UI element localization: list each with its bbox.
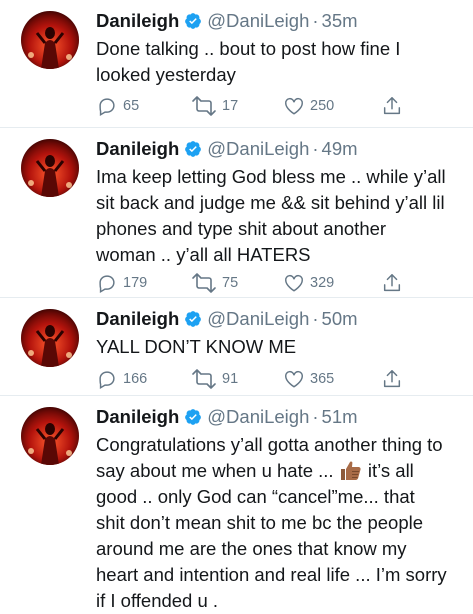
tweet-text-line: if I offended u .	[96, 590, 219, 611]
tweet-text-line: heart and intention and real life ... I’…	[96, 564, 447, 585]
tweet-text-line: phones and type shit about another	[96, 218, 387, 239]
retweet-icon	[192, 369, 216, 389]
username[interactable]: @DaniLeigh	[207, 138, 309, 160]
like-button[interactable]: 329	[283, 272, 334, 294]
retweet-button[interactable]: 91	[191, 368, 238, 390]
tweet-text-line-with-emoji: say about me when u hate ... it’s all	[96, 458, 463, 484]
tweet-content: Danileigh @DaniLeigh · 35m Done talking …	[96, 9, 463, 116]
tweet-text-segment: it’s all	[367, 460, 414, 481]
heart-icon	[285, 274, 303, 292]
share-icon	[383, 274, 401, 292]
timestamp[interactable]: 35m	[322, 10, 358, 32]
reply-button[interactable]: 166	[96, 368, 147, 390]
display-name[interactable]: Danileigh	[96, 10, 179, 32]
reply-count: 179	[123, 275, 148, 291]
tweet-text-line: looked yesterday	[96, 64, 236, 85]
reply-icon	[99, 98, 115, 116]
separator: ·	[312, 10, 319, 31]
username[interactable]: @DaniLeigh	[207, 308, 309, 330]
tweet[interactable]: Danileigh @DaniLeigh · 35m Done talking …	[0, 0, 473, 128]
avatar[interactable]	[21, 11, 79, 69]
reply-count: 166	[123, 371, 148, 387]
tweet-content: Danileigh @DaniLeigh · 50m YALL DON’T KN…	[96, 307, 463, 389]
tweet-text-line: YALL DON’T KNOW ME	[96, 336, 297, 357]
separator: ·	[312, 138, 319, 159]
display-name[interactable]: Danileigh	[96, 138, 179, 160]
retweet-count: 17	[222, 98, 239, 114]
reply-count: 65	[123, 98, 140, 114]
tweet-header: Danileigh @DaniLeigh · 35m	[96, 9, 463, 33]
share-button[interactable]	[381, 272, 403, 294]
tweet-text-line: shit don’t mean shit to me bc the people	[96, 512, 424, 533]
username[interactable]: @DaniLeigh	[207, 10, 309, 32]
tweet-text: YALL DON’T KNOW ME	[96, 334, 463, 360]
verified-badge-icon	[185, 13, 202, 29]
tweet-actions: 179 75 329	[96, 271, 463, 295]
timestamp[interactable]: 51m	[322, 406, 358, 428]
tweet[interactable]: Danileigh @DaniLeigh · 50m YALL DON’T KN…	[0, 298, 473, 396]
verified-badge-icon	[185, 141, 202, 157]
reply-icon	[99, 275, 115, 293]
tweet-text-line: Done talking .. bout to post how fine I	[96, 38, 401, 59]
verified-badge-icon	[185, 311, 202, 327]
share-icon	[383, 97, 401, 115]
like-button[interactable]: 250	[283, 95, 334, 117]
tweet[interactable]: Danileigh @DaniLeigh · 51m Congratulatio…	[0, 396, 473, 611]
like-count: 250	[310, 98, 335, 114]
like-count: 365	[310, 371, 335, 387]
retweet-button[interactable]: 17	[191, 95, 238, 117]
tweet-header: Danileigh @DaniLeigh · 51m	[96, 405, 463, 429]
share-button[interactable]	[381, 95, 403, 117]
retweet-icon	[192, 273, 216, 293]
tweet-text: Ima keep letting God bless me .. while y…	[96, 164, 463, 268]
separator: ·	[312, 308, 319, 329]
tweet-text-line: around me are the ones that know my	[96, 538, 407, 559]
avatar[interactable]	[21, 309, 79, 367]
retweet-count: 91	[222, 371, 239, 387]
retweet-count: 75	[222, 275, 239, 291]
tweet-content: Danileigh @DaniLeigh · 49m Ima keep lett…	[96, 137, 463, 293]
like-count: 329	[310, 275, 335, 291]
avatar[interactable]	[21, 407, 79, 465]
tweet-actions: 166 91 365	[96, 367, 463, 391]
share-icon	[383, 370, 401, 388]
reply-button[interactable]: 179	[96, 272, 147, 294]
verified-badge-icon	[185, 409, 202, 425]
tweet-header: Danileigh @DaniLeigh · 49m	[96, 137, 463, 161]
retweet-button[interactable]: 75	[191, 272, 238, 294]
retweet-icon	[192, 96, 216, 116]
tweet-actions: 65 17 250	[96, 94, 463, 118]
tweet-text-line: Ima keep letting God bless me .. while y…	[96, 166, 446, 187]
like-button[interactable]: 365	[283, 368, 334, 390]
thumbs-up-icon	[340, 461, 361, 480]
tweet-text-line: Congratulations y’all gotta another thin…	[96, 434, 443, 455]
tweet[interactable]: Danileigh @DaniLeigh · 49m Ima keep lett…	[0, 128, 473, 298]
display-name[interactable]: Danileigh	[96, 406, 179, 428]
timestamp[interactable]: 49m	[322, 138, 358, 160]
tweet-text-line: sit back and judge me && sit behind y’al…	[96, 192, 445, 213]
tweet-text-line: woman .. y’all all HATERS	[96, 244, 311, 265]
reply-button[interactable]: 65	[96, 95, 139, 117]
timestamp[interactable]: 50m	[322, 308, 358, 330]
heart-icon	[285, 370, 303, 388]
tweet-feed: Danileigh @DaniLeigh · 35m Done talking …	[0, 0, 473, 611]
reply-icon	[99, 371, 115, 389]
avatar[interactable]	[21, 139, 79, 197]
tweet-text: Done talking .. bout to post how fine I …	[96, 36, 463, 88]
heart-icon	[285, 97, 303, 115]
display-name[interactable]: Danileigh	[96, 308, 179, 330]
separator: ·	[312, 406, 319, 427]
tweet-content: Danileigh @DaniLeigh · 51m Congratulatio…	[96, 405, 463, 614]
tweet-text: Congratulations y’all gotta another thin…	[96, 432, 463, 614]
share-button[interactable]	[381, 368, 403, 390]
tweet-text-line: good .. only God can “cancel”me... that	[96, 486, 415, 507]
username[interactable]: @DaniLeigh	[207, 406, 309, 428]
tweet-header: Danileigh @DaniLeigh · 50m	[96, 307, 463, 331]
tweet-text-segment: say about me when u hate ...	[96, 460, 334, 481]
